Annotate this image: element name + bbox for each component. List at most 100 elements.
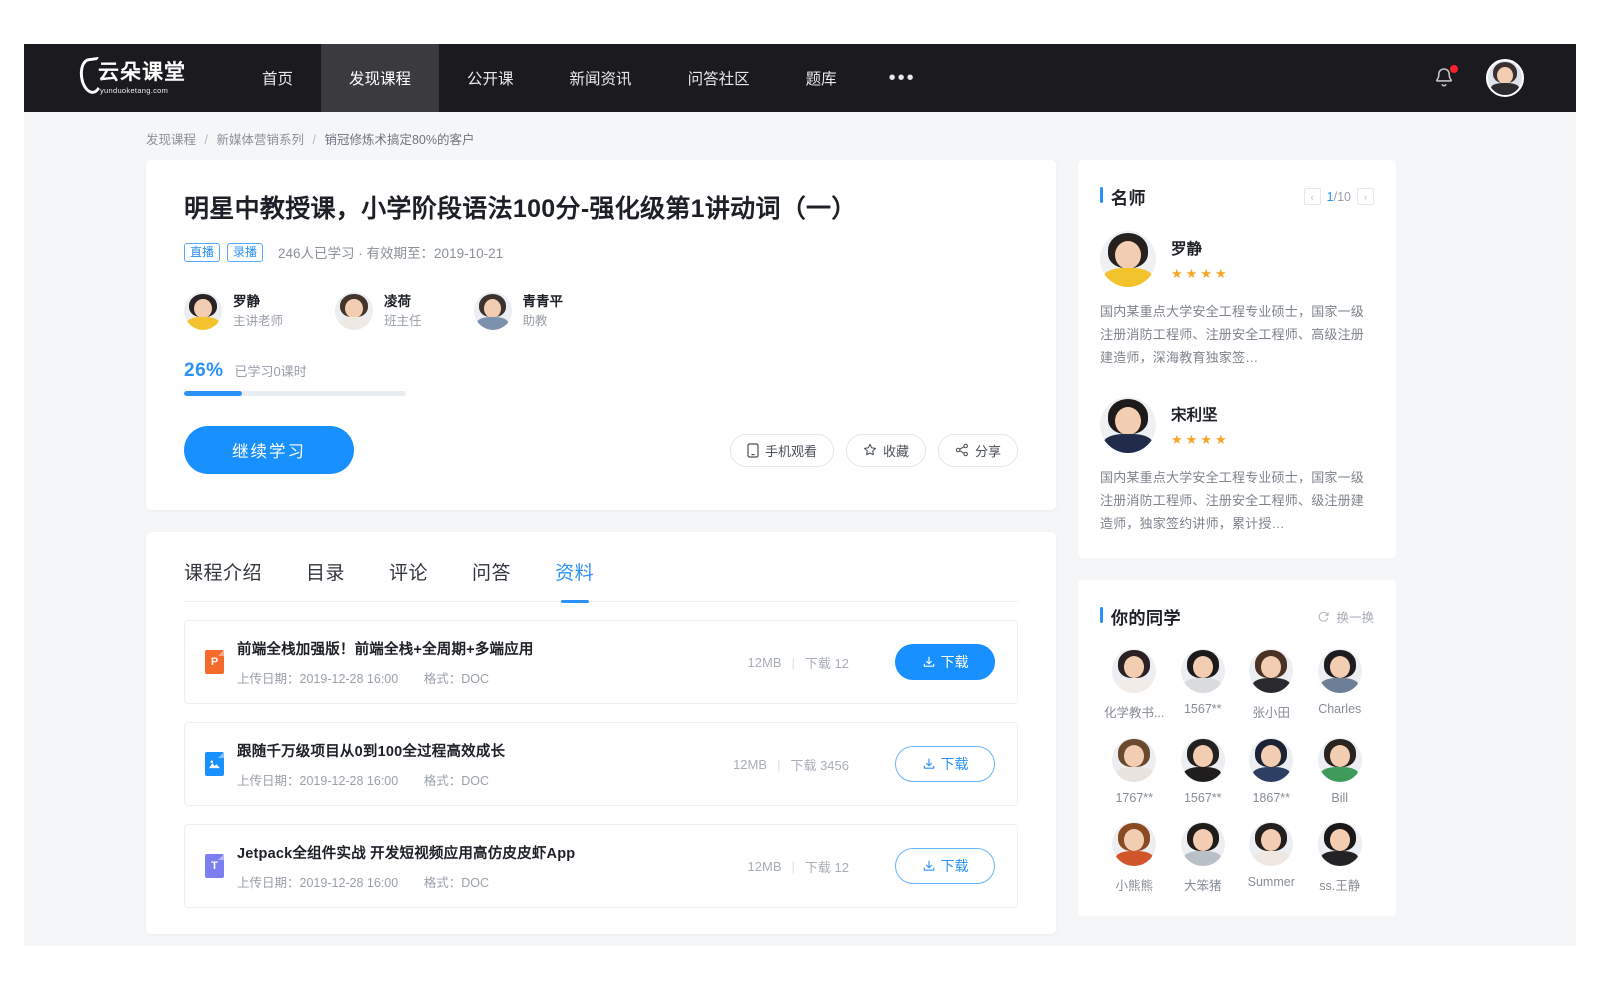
download-button[interactable]: 下载 bbox=[895, 746, 995, 782]
classmate-name: 化学教书... bbox=[1104, 702, 1164, 721]
nav-item-discover-courses[interactable]: 发现课程 bbox=[321, 44, 439, 112]
avatar bbox=[1112, 738, 1156, 782]
teacher-name: 青青平 bbox=[523, 293, 564, 311]
classmate-item[interactable]: 化学教书... bbox=[1100, 649, 1169, 721]
badge-recorded: 录播 bbox=[227, 243, 263, 262]
refresh-classmates-button[interactable]: 换一换 bbox=[1317, 607, 1374, 626]
mobile-watch-button[interactable]: 手机观看 bbox=[730, 434, 834, 467]
tab-introduction[interactable]: 课程介绍 bbox=[184, 558, 262, 601]
classmate-item[interactable]: 1567** bbox=[1169, 649, 1238, 721]
progress-label: 已学习0课时 bbox=[235, 361, 307, 380]
file-format: DOC bbox=[461, 672, 489, 686]
file-icon-letter: T bbox=[211, 860, 218, 872]
file-format: DOC bbox=[461, 774, 489, 788]
progress-block: 26% 已学习0课时 bbox=[184, 360, 1018, 396]
breadcrumb-item-1[interactable]: 新媒体营销系列 bbox=[216, 133, 304, 147]
chevron-right-icon[interactable]: › bbox=[1357, 188, 1374, 205]
avatar bbox=[1249, 649, 1293, 693]
download-button[interactable]: 下载 bbox=[895, 644, 995, 680]
tab-comments[interactable]: 评论 bbox=[389, 558, 428, 601]
classmate-item[interactable]: Charles bbox=[1306, 649, 1375, 721]
famous-teacher-desc: 国内某重点大学安全工程专业硕士，国家一级注册消防工程师、注册安全工程师、级注册建… bbox=[1100, 467, 1374, 535]
download-button-label: 下载 bbox=[941, 754, 969, 774]
file-stats: 12MB | 下载 12 bbox=[748, 653, 849, 672]
mobile-watch-label: 手机观看 bbox=[765, 441, 817, 460]
file-stats: 12MB | 下载 12 bbox=[748, 857, 849, 876]
download-icon bbox=[922, 859, 936, 873]
main-column: 明星中教授课，小学阶段语法100分-强化级第1讲动词（一） 直播 录播 246人… bbox=[146, 160, 1056, 934]
file-row[interactable]: T Jetpack全组件实战 开发短视频应用高仿皮皮虾App 上传日期：2019… bbox=[184, 824, 1018, 908]
classmate-name: Bill bbox=[1331, 791, 1348, 805]
teacher-item[interactable]: 罗静 主讲老师 bbox=[184, 292, 283, 330]
chevron-left-icon[interactable]: ‹ bbox=[1304, 188, 1321, 205]
file-icon-letter: P bbox=[211, 656, 218, 668]
classmate-name: 张小田 bbox=[1252, 702, 1290, 721]
file-size: 12MB bbox=[733, 757, 767, 772]
classmate-item[interactable]: 1567** bbox=[1169, 738, 1238, 805]
file-row[interactable]: 跟随千万级项目从0到100全过程高效成长 上传日期：2019-12-28 16:… bbox=[184, 722, 1018, 806]
download-prefix: 下载 bbox=[805, 860, 831, 875]
pager-text: 1/10 bbox=[1327, 190, 1351, 204]
breadcrumb-separator: / bbox=[312, 133, 315, 147]
download-count: 12 bbox=[835, 656, 849, 671]
classmate-item[interactable]: ss.王静 bbox=[1306, 822, 1375, 894]
download-button[interactable]: 下载 bbox=[895, 848, 995, 884]
classmate-item[interactable]: 1767** bbox=[1100, 738, 1169, 805]
upload-date: 2019-12-28 16:00 bbox=[300, 672, 399, 686]
file-subinfo: 上传日期：2019-12-28 16:00 格式：DOC bbox=[237, 668, 534, 687]
course-detail-card: 课程介绍 目录 评论 问答 资料 P 前端全栈加强版！前端全栈+全周期+多端应用… bbox=[146, 532, 1056, 934]
avatar bbox=[184, 292, 222, 330]
teacher-item[interactable]: 青青平 助教 bbox=[474, 292, 564, 330]
teacher-role: 主讲老师 bbox=[233, 313, 283, 330]
continue-learning-button[interactable]: 继续学习 bbox=[184, 426, 354, 474]
user-avatar[interactable] bbox=[1486, 59, 1524, 97]
file-row[interactable]: P 前端全栈加强版！前端全栈+全周期+多端应用 上传日期：2019-12-28 … bbox=[184, 620, 1018, 704]
nav-item-qa-community[interactable]: 问答社区 bbox=[660, 44, 778, 112]
share-button[interactable]: 分享 bbox=[938, 434, 1018, 467]
avatar bbox=[1318, 649, 1362, 693]
nav-item-home[interactable]: 首页 bbox=[234, 44, 321, 112]
breadcrumb-item-0[interactable]: 发现课程 bbox=[146, 133, 196, 147]
file-size: 12MB bbox=[748, 859, 782, 874]
upload-prefix: 上传日期： bbox=[237, 774, 300, 788]
star-icon bbox=[863, 443, 877, 457]
tab-catalog[interactable]: 目录 bbox=[306, 558, 345, 601]
tab-qa[interactable]: 问答 bbox=[472, 558, 511, 601]
nav-item-open-class[interactable]: 公开课 bbox=[439, 44, 542, 112]
ppt-file-icon: P bbox=[205, 650, 224, 674]
nav-items: 首页 发现课程 公开课 新闻资讯 问答社区 题库 ••• bbox=[234, 44, 940, 112]
classmate-item[interactable]: 小熊熊 bbox=[1100, 822, 1169, 894]
classmate-name: 大笨猪 bbox=[1184, 875, 1222, 894]
classmate-item[interactable]: Bill bbox=[1306, 738, 1375, 805]
classmate-item[interactable]: Summer bbox=[1237, 822, 1306, 894]
teacher-name: 罗静 bbox=[233, 293, 283, 311]
teacher-item[interactable]: 凌荷 班主任 bbox=[335, 292, 422, 330]
top-navigation-bar: 云朵课堂 yunduoketang.com 首页 发现课程 公开课 新闻资讯 问… bbox=[24, 44, 1576, 112]
teacher-role: 班主任 bbox=[384, 313, 422, 330]
file-size: 12MB bbox=[748, 655, 782, 670]
bell-icon[interactable] bbox=[1432, 66, 1456, 90]
nav-item-question-bank[interactable]: 题库 bbox=[778, 44, 865, 112]
site-logo[interactable]: 云朵课堂 yunduoketang.com bbox=[80, 56, 192, 100]
course-summary-card: 明星中教授课，小学阶段语法100分-强化级第1讲动词（一） 直播 录播 246人… bbox=[146, 160, 1056, 510]
file-name: 跟随千万级项目从0到100全过程高效成长 bbox=[237, 740, 505, 761]
nav-item-news[interactable]: 新闻资讯 bbox=[542, 44, 660, 112]
file-name: 前端全栈加强版！前端全栈+全周期+多端应用 bbox=[237, 638, 534, 659]
famous-teacher-item: 宋利坚 ★★★★ 国内某重点大学安全工程专业硕士，国家一级注册消防工程师、注册安… bbox=[1100, 397, 1374, 535]
famous-teacher-item: 罗静 ★★★★ 国内某重点大学安全工程专业硕士，国家一级注册消防工程师、注册安全… bbox=[1100, 231, 1374, 369]
course-meta-row: 直播 录播 246人已学习 · 有效期至：2019-10-21 bbox=[184, 242, 1018, 262]
avatar bbox=[1249, 822, 1293, 866]
classmate-name: 1567** bbox=[1184, 702, 1222, 716]
upload-date: 2019-12-28 16:00 bbox=[300, 774, 399, 788]
tab-materials[interactable]: 资料 bbox=[555, 558, 594, 601]
classmate-item[interactable]: 1867** bbox=[1237, 738, 1306, 805]
breadcrumb: 发现课程 / 新媒体营销系列 / 销冠修炼术搞定80%的客户 bbox=[24, 112, 1576, 160]
favorite-button[interactable]: 收藏 bbox=[846, 434, 926, 467]
nav-more-button[interactable]: ••• bbox=[865, 44, 940, 112]
notification-dot bbox=[1450, 65, 1458, 73]
avatar bbox=[1112, 822, 1156, 866]
avatar bbox=[1318, 822, 1362, 866]
avatar bbox=[335, 292, 373, 330]
classmate-item[interactable]: 大笨猪 bbox=[1169, 822, 1238, 894]
classmate-item[interactable]: 张小田 bbox=[1237, 649, 1306, 721]
